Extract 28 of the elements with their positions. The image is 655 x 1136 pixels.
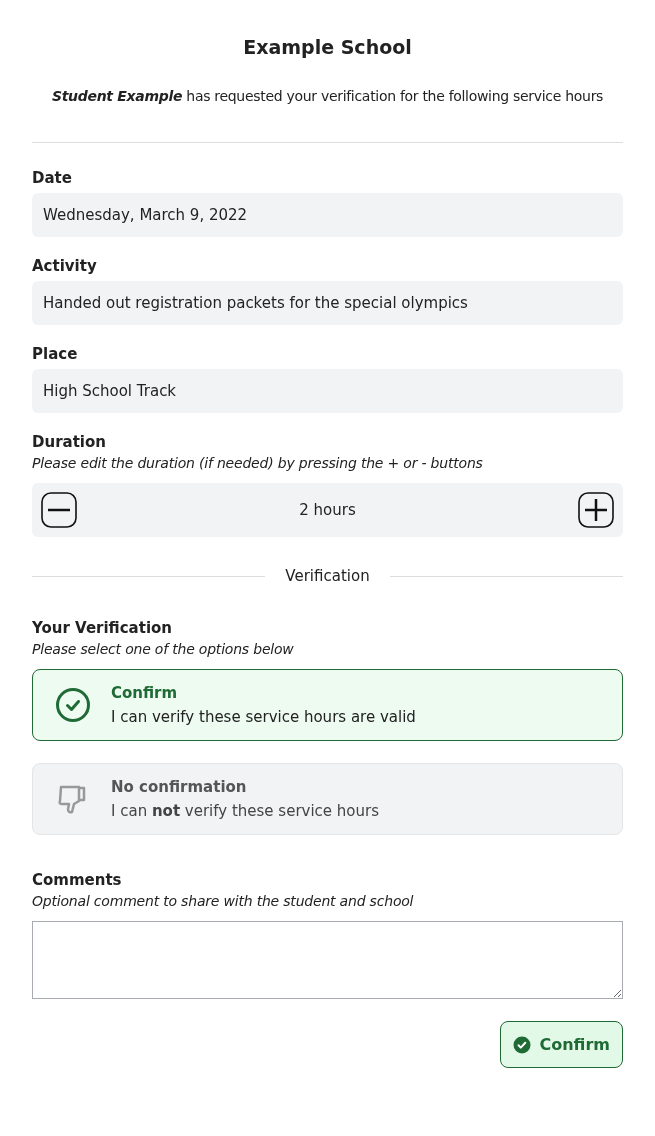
verification-option[interactable]: No confirmation I can not verify these service hours: [32, 763, 623, 835]
field-label: Duration: [32, 433, 107, 451]
option-title: Confirm: [111, 684, 179, 702]
request-message: Student Example has requested your verification for the following service hours: [50, 88, 605, 104]
verification-option[interactable]: Confirm I can verify these service hours are valid: [32, 669, 623, 741]
section-heading: Verification: [285, 567, 370, 585]
confirm-button[interactable]: Confirm: [500, 1021, 623, 1068]
field-hint: Please select one of the options below: [32, 641, 295, 657]
field-label: Date: [32, 169, 73, 187]
read-only-field: Wednesday, March 9, 2022: [32, 193, 623, 237]
read-only-field: High School Track: [32, 369, 623, 413]
minus-button[interactable]: [41, 492, 77, 528]
option-description: I can verify these service hours are valid: [111, 708, 416, 726]
field-label: Activity: [32, 257, 98, 275]
check-circle-icon: [55, 687, 91, 723]
read-only-field: Handed out registration packets for the special olympics: [32, 281, 623, 325]
field-hint: Optional comment to share with the student and school: [32, 893, 415, 909]
field-hint: Please edit the duration (if needed) by pressing the + or - buttons: [32, 455, 484, 471]
field-label: Your Verification: [32, 619, 174, 637]
plus-button[interactable]: [578, 492, 614, 528]
field-label: Place: [32, 345, 79, 363]
school-title: Example School: [242, 36, 413, 58]
option-title: No confirmation: [111, 778, 248, 796]
comment-field[interactable]: [32, 921, 623, 999]
check-circle-icon: [513, 1035, 532, 1054]
duration-value: 2 hours: [299, 501, 356, 519]
option-description: I can not verify these service hours: [111, 802, 380, 820]
field-label: Comments: [32, 871, 123, 889]
